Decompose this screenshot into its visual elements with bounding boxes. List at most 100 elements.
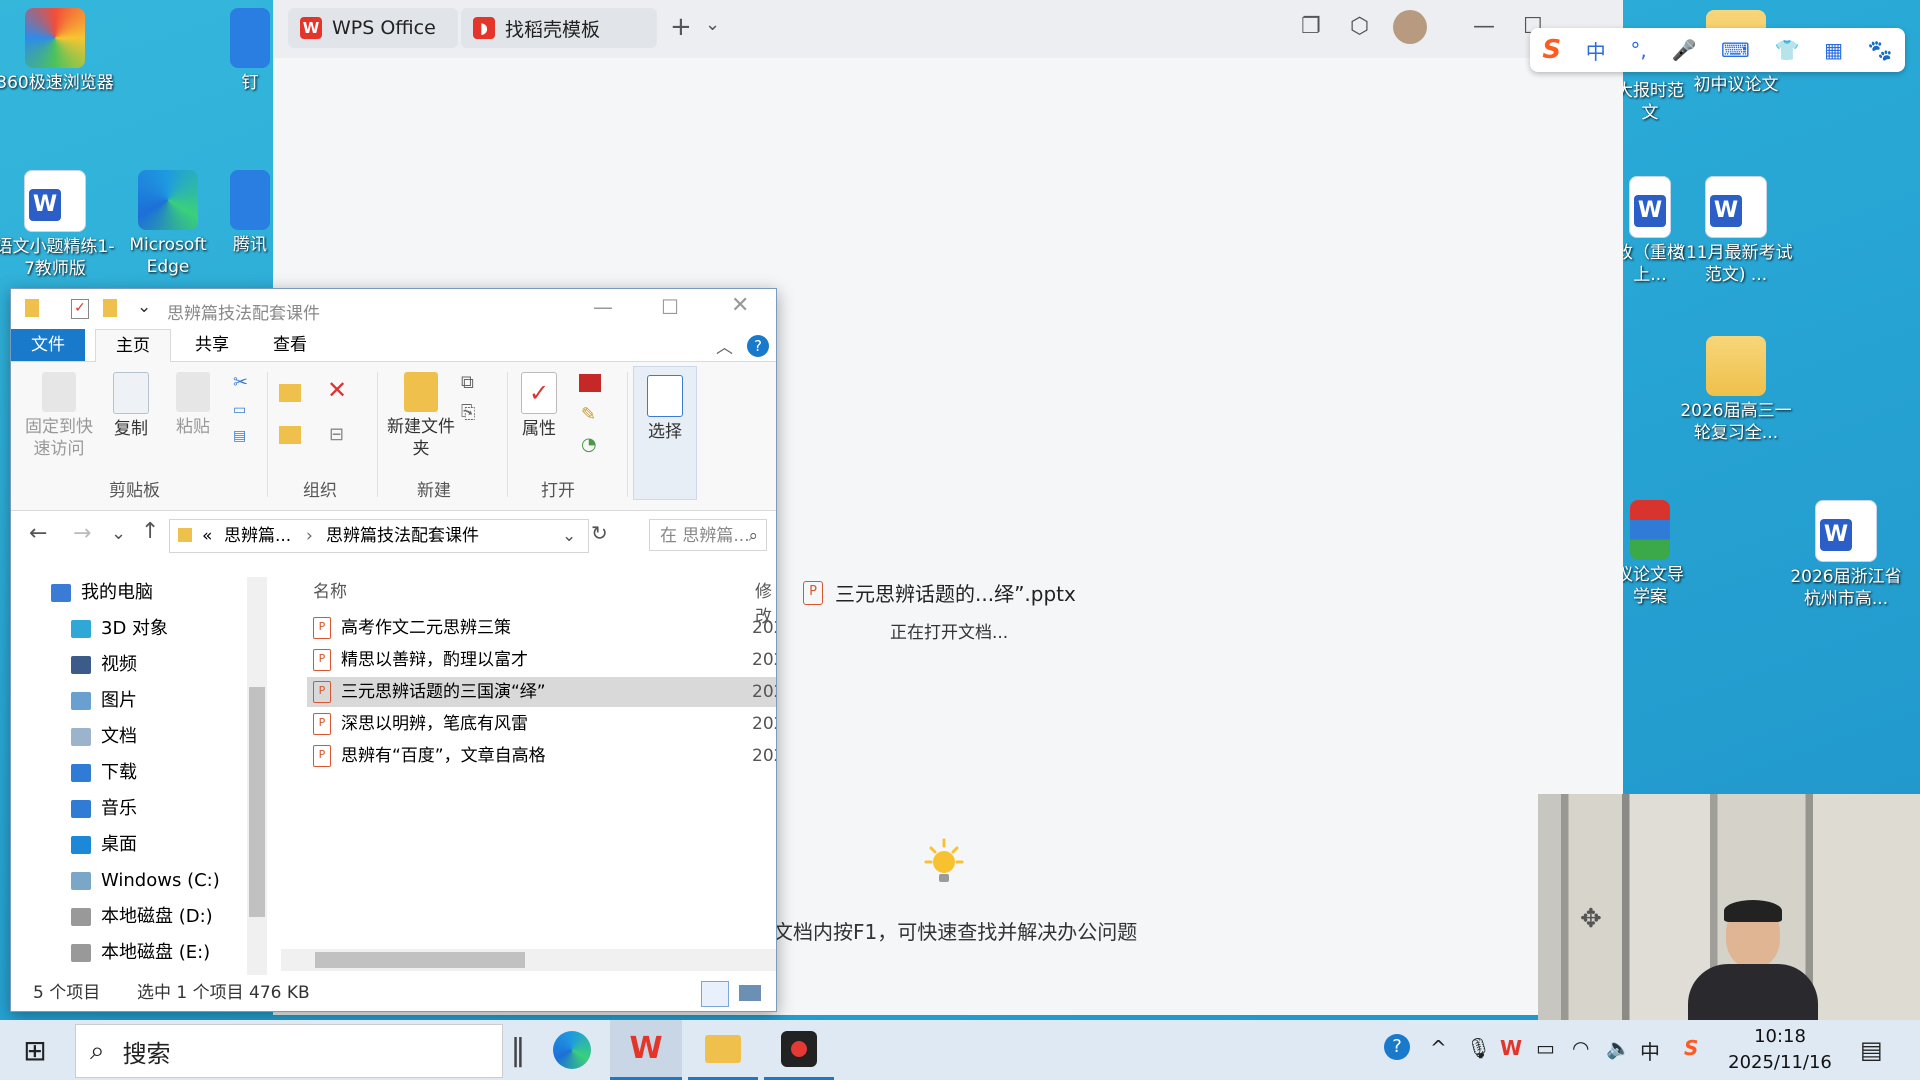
copy-button[interactable]: 复制 [107,372,155,440]
ime-toolbox-icon[interactable]: ▦ [1824,38,1843,62]
back-icon[interactable]: ← [29,521,47,546]
nav-item-drive-e[interactable]: 本地磁盘 (E:) [71,937,210,969]
desktop-icon-word-doc-3[interactable]: (11月最新考试范文) ... [1676,176,1796,286]
desktop-icon-word-doc-4[interactable]: 2026届浙江省杭州市高... [1786,500,1906,610]
window-switch-icon[interactable]: ❐ [1301,14,1321,39]
nav-item-videos[interactable]: 视频 [71,649,137,681]
nav-item-this-pc[interactable]: 我的电脑 [51,577,153,609]
desktop-icon-edge[interactable]: Microsoft Edge [108,170,228,278]
edit-icon[interactable]: ✎ [581,404,596,425]
address-dropdown-icon[interactable]: ⌄ [562,520,576,552]
tab-wps-office[interactable]: W WPS Office [288,8,458,48]
ime-keyboard-icon[interactable]: ⌨ [1721,38,1750,62]
history-icon[interactable]: ◔ [581,434,597,455]
nav-item-3d-objects[interactable]: 3D 对象 [71,613,168,645]
sogou-tray-icon[interactable]: S [1684,1036,1698,1060]
scrollbar-thumb[interactable] [315,952,525,968]
search-input[interactable]: 在 思辨篇... ⌕ [649,519,767,551]
cube-icon[interactable]: ⬡ [1350,14,1369,39]
wifi-icon[interactable]: ◠ [1572,1036,1589,1060]
battery-icon[interactable]: ▭ [1536,1036,1555,1060]
minimize-icon[interactable]: — [1473,14,1495,39]
select-button[interactable]: 选择 [633,366,697,500]
tab-file[interactable]: 文件 [11,329,85,361]
nav-item-music[interactable]: 音乐 [71,793,137,825]
new-folder-button[interactable]: 新建文件夹 [383,372,459,460]
desktop-icon-word-doc-1[interactable]: 语文小题精练1-7教师版 [0,170,115,280]
new-item-icon[interactable]: ⧉ [461,372,474,393]
nav-scrollbar[interactable] [247,577,267,975]
new-folder-quick-icon[interactable] [103,299,117,317]
taskbar-file-explorer[interactable] [688,1020,758,1080]
nav-item-drive-d[interactable]: 本地磁盘 (D:) [71,901,213,933]
task-view-icon[interactable]: ‖ [508,1020,528,1080]
sogou-logo-icon[interactable]: S [1542,35,1561,65]
breadcrumb-current[interactable]: 思辨篇技法配套课件 [326,520,479,552]
close-icon[interactable]: ✕ [731,293,749,318]
tab-home[interactable]: 主页 [95,329,171,362]
webcam-overlay[interactable]: ✥ [1538,794,1920,1024]
desktop-icon-folder-2026[interactable]: 2026届高三一轮复习全... [1676,336,1796,444]
delete-icon[interactable]: ✕ [327,376,347,404]
nav-item-documents[interactable]: 文档 [71,721,137,753]
desktop-icon-tencent[interactable]: 腾讯 [220,170,280,256]
ime-indicator[interactable]: 中 [1640,1036,1660,1065]
start-icon[interactable]: ⊞ [0,1020,70,1080]
minimize-icon[interactable]: — [593,295,613,319]
tab-view[interactable]: 查看 [253,329,327,361]
tab-menu-button[interactable]: ⌄ [705,14,720,35]
refresh-icon[interactable]: ↻ [591,521,608,545]
ime-voice-icon[interactable]: 🎤 [1671,38,1696,62]
nav-item-downloads[interactable]: 下载 [71,757,137,789]
quick-access-dropdown-icon[interactable]: ⌄ [137,297,151,317]
easy-access-icon[interactable]: ⎘ [461,402,475,423]
breadcrumb-parent[interactable]: 思辨篇... [224,520,291,552]
ime-skin-icon[interactable]: 👕 [1775,38,1800,62]
copy-to-icon[interactable] [279,426,301,444]
ime-mascot-icon[interactable]: 🐾 [1868,38,1893,62]
move-to-icon[interactable] [279,384,301,402]
properties-button[interactable]: ✓ 属性 [515,372,563,440]
file-row[interactable]: P深思以明辨，笔底有风雷202 [307,709,776,739]
file-list-hscrollbar[interactable] [281,949,776,971]
details-view-icon[interactable] [701,981,729,1007]
wps-tray-icon[interactable]: W [1500,1036,1522,1060]
cut-icon[interactable]: ✂ [233,372,248,393]
file-row-selected[interactable]: P三元思辨话题的三国演“绎”202 [307,677,776,707]
nav-item-pictures[interactable]: 图片 [71,685,137,717]
large-icons-view-icon[interactable] [739,985,761,1001]
taskbar-edge[interactable] [542,1020,602,1080]
copy-path-icon[interactable]: ▭ [233,402,246,418]
maximize-icon[interactable]: ☐ [661,295,679,319]
new-tab-button[interactable]: + [670,12,692,42]
taskbar-recorder[interactable] [764,1020,834,1080]
taskbar-wps[interactable]: W [610,1020,682,1080]
collapse-ribbon-icon[interactable]: ︿ [716,333,733,358]
forward-icon[interactable]: → [73,521,91,546]
microphone-icon[interactable]: 🎙 [1466,1036,1491,1060]
ime-punctuation-icon[interactable]: °, [1630,38,1646,62]
notification-icon[interactable]: ▤ [1860,1036,1883,1064]
file-row[interactable]: P精思以善辩，酌理以富才202 [307,645,776,675]
rename-icon[interactable]: ⊟ [329,424,344,445]
paste-button[interactable]: 粘贴 [169,372,217,438]
pin-quick-access-button[interactable]: 固定到快速访问 [21,372,97,460]
file-row[interactable]: P思辨有“百度”，文章自高格202 [307,741,776,771]
nav-item-drive-c[interactable]: Windows (C:) [71,865,220,897]
tab-template[interactable]: ◗ 找稻壳模板 [461,8,657,48]
recent-dropdown-icon[interactable]: ⌄ [111,523,126,544]
address-input[interactable]: « 思辨篇... › 思辨篇技法配套课件 ⌄ [169,519,589,553]
desktop-icon-ding[interactable]: 钉 [220,8,280,94]
scrollbar-thumb[interactable] [249,687,265,917]
volume-icon[interactable]: 🔈 [1606,1036,1631,1060]
help-tray-icon[interactable]: ? [1384,1034,1410,1060]
column-header-name[interactable]: 名称 [313,577,347,602]
up-icon[interactable]: ↑ [141,519,159,544]
show-hidden-icons[interactable]: ^ [1430,1036,1447,1060]
paste-shortcut-icon[interactable]: ▤ [233,428,246,444]
avatar[interactable] [1393,10,1427,44]
system-clock[interactable]: 10:18 2025/11/16 [1720,1024,1840,1076]
move-handle-icon[interactable]: ✥ [1580,904,1602,934]
file-row[interactable]: P高考作文二元思辨三策202 [307,613,776,643]
properties-quick-icon[interactable]: ✓ [71,299,89,319]
